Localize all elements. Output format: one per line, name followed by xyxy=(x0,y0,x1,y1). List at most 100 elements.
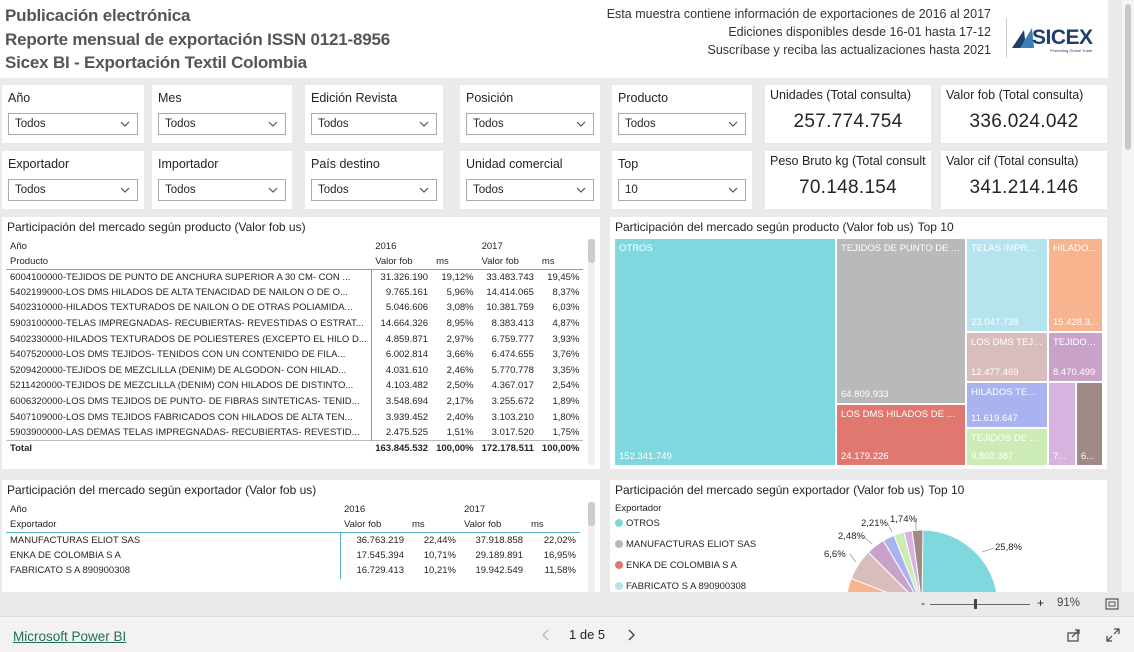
exporter-matrix[interactable]: Año 2016 2017 Exportador Valor fob ms Va… xyxy=(6,502,580,579)
pie-slice[interactable] xyxy=(921,529,998,592)
slicer-dropdown-mes[interactable]: Todos xyxy=(158,113,286,135)
treemap-tile[interactable]: 7... xyxy=(1049,383,1075,465)
table-row[interactable]: 5402199000-LOS DMS HILADOS DE ALTA TENAC… xyxy=(6,284,583,301)
cell-value: 33.483.743 xyxy=(486,271,534,283)
table-row[interactable]: 5407109000-LOS DMS TEJIDOS FABRICADOS CO… xyxy=(6,409,583,425)
col-header[interactable]: ms xyxy=(527,517,580,533)
col-header[interactable]: ms xyxy=(432,254,478,270)
zoom-in-button[interactable]: + xyxy=(1037,596,1044,610)
pie-slice-label: 6,6% xyxy=(824,549,846,560)
kpi-peso-bruto: Peso Bruto kg (Total consulta) 70.148.15… xyxy=(765,151,931,209)
col-header[interactable]: ms xyxy=(537,254,584,270)
slicer-top: Top 10 xyxy=(612,151,752,209)
cell-value: 6.759.777 xyxy=(491,333,534,345)
table-row[interactable]: 5903100000-TELAS IMPREGNADAS- RECUBIERTA… xyxy=(6,315,583,332)
kpi-value: 336.024.042 xyxy=(969,111,1079,132)
col-header[interactable]: Exportador xyxy=(6,517,340,533)
slicer-value: Todos xyxy=(473,184,504,196)
row-label: 5209420000-TEJIDOS DE MEZCLILLA (DENIM) … xyxy=(10,364,347,376)
table-row[interactable]: 5402330000-HILADOS TEXTURADOS DE POLIEST… xyxy=(6,331,583,347)
slicer-dropdown-exportador[interactable]: Todos xyxy=(8,179,138,201)
treemap-tile-value: 7... xyxy=(1053,451,1067,462)
zoom-out-button[interactable]: - xyxy=(921,596,925,610)
col-header[interactable]: Producto xyxy=(6,254,372,270)
slicer-dropdown-unidad[interactable]: Todos xyxy=(466,179,594,201)
col-header[interactable]: Valor fob xyxy=(340,517,408,533)
cell-value: 3.548.694 xyxy=(370,393,433,410)
slicer-dropdown-importador[interactable]: Todos xyxy=(158,179,286,201)
cell-value: 22,02% xyxy=(543,534,576,546)
table-row[interactable]: 5903900000-LAS DEMAS TELAS IMPREGNADAS- … xyxy=(6,424,583,441)
pie-leader-line xyxy=(863,536,873,545)
treemap-tile-label: HILADOS TEXT... xyxy=(971,387,1043,398)
col-header[interactable]: Valor fob xyxy=(371,254,433,270)
exporter-matrix-scrollbar[interactable] xyxy=(588,502,595,592)
product-matrix[interactable]: Año 2016 2017 Producto Valor fob ms Valo… xyxy=(6,239,584,457)
share-icon[interactable] xyxy=(1067,628,1081,642)
col-header xyxy=(527,502,580,517)
product-matrix-scrollbar[interactable] xyxy=(588,239,595,465)
row-label: 5903100000-TELAS IMPREGNADAS- RECUBIERTA… xyxy=(10,318,364,330)
row-label: 5407520000-LOS DMS TEJIDOS- TENIDOS CON … xyxy=(10,349,346,361)
prev-page-icon[interactable] xyxy=(541,629,551,641)
treemap-tile[interactable]: HILADO... 15.428.3... xyxy=(1049,239,1102,331)
treemap-tile[interactable]: LOS DMS TEJID... 12.477.469 xyxy=(967,333,1047,381)
slicer-dropdown-top[interactable]: 10 xyxy=(618,179,746,201)
treemap-tile[interactable]: OTROS 152.341.749 xyxy=(615,239,835,465)
table-row[interactable]: 6004100000-TEJIDOS DE PUNTO DE ANCHURA S… xyxy=(6,269,583,285)
footer-bar: Microsoft Power BI 1 de 5 xyxy=(0,616,1134,652)
slicer-label: País destino xyxy=(311,157,380,171)
treemap-tile[interactable]: HILADOS TEXT... 11.619.647 xyxy=(967,383,1047,427)
treemap-tile[interactable]: 6... xyxy=(1077,383,1102,465)
cell-value: 2,40% xyxy=(446,411,474,423)
col-header[interactable]: ms xyxy=(408,517,460,533)
table-row[interactable]: 5209420000-TEJIDOS DE MEZCLILLA (DENIM) … xyxy=(6,362,583,379)
chevron-down-icon xyxy=(419,121,429,127)
slicer-value: Todos xyxy=(165,184,196,196)
table-row[interactable]: FABRICATO S A 890900308 16.729.413 10,21% 1… xyxy=(6,563,580,579)
treemap-tile[interactable]: LOS DMS HILADOS DE AL... 24.179.226 xyxy=(837,405,965,465)
table-row[interactable]: 5402310000-HILADOS TEXTURADOS DE NAILON … xyxy=(6,300,583,316)
slicer-label: Año xyxy=(8,91,31,105)
zoom-slider-handle[interactable] xyxy=(974,599,977,609)
zoom-bar: - + 91% xyxy=(0,592,1134,616)
slicer-dropdown-posicion[interactable]: Todos xyxy=(466,113,594,135)
slicer-dropdown-pais[interactable]: Todos xyxy=(311,179,437,201)
product-treemap-panel: Participación del mercado según producto… xyxy=(610,217,1107,469)
slicer-value: Todos xyxy=(15,118,46,130)
table-row[interactable]: 6006320000-LOS DMS TEJIDOS DE PUNTO- DE … xyxy=(6,393,583,410)
fullscreen-icon[interactable] xyxy=(1106,628,1120,642)
power-bi-link[interactable]: Microsoft Power BI xyxy=(13,629,126,644)
product-matrix-title: Participación del mercado según producto… xyxy=(7,220,306,234)
col-header[interactable]: Valor fob xyxy=(477,254,538,270)
col-header[interactable]: Valor fob xyxy=(460,517,527,533)
treemap-tile-label: TELAS IMPREG... xyxy=(971,243,1043,254)
treemap-tile[interactable]: TEJIDOS DE ME... 9.802.387 xyxy=(967,429,1047,465)
treemap-tile[interactable]: TEJIDOS DE PUNTO DE A... 64.809.933 xyxy=(837,239,965,403)
row-label: FABRICATO S A 890900308 xyxy=(10,565,131,577)
table-row[interactable]: MANUFACTURAS ELIOT SAS 36.763.219 22,44% 37… xyxy=(6,532,580,548)
report-header: Publicación electrónica Reporte mensual … xyxy=(0,0,1108,78)
col-header: 2016 xyxy=(344,504,366,515)
slicer-dropdown-producto[interactable]: Todos xyxy=(618,113,746,135)
slicer-dropdown-ano[interactable]: Todos xyxy=(8,113,138,135)
cell-value: 4.103.482 xyxy=(370,378,433,394)
fit-to-page-icon[interactable] xyxy=(1105,598,1119,610)
treemap-tile[interactable]: TELAS IMPREG... 23.047.739 xyxy=(967,239,1047,331)
cell-value: 14.414.065 xyxy=(486,286,534,298)
treemap-tile[interactable]: TEJIDOS ... 8.470.499 xyxy=(1049,333,1102,381)
cell-value: 3,08% xyxy=(446,302,474,314)
header-info-1: Esta muestra contiene información de exp… xyxy=(606,7,991,21)
page-scrollbar[interactable] xyxy=(1122,0,1134,592)
next-page-icon[interactable] xyxy=(626,629,636,641)
matrix-header-row: Año 2016 2017 xyxy=(6,502,580,517)
table-row[interactable]: 5407520000-LOS DMS TEJIDOS- TENIDOS CON … xyxy=(6,346,583,363)
sicex-logo-text: SICEX xyxy=(1032,26,1093,49)
zoom-slider[interactable] xyxy=(930,604,1030,605)
slicer-label: Unidad comercial xyxy=(466,157,563,171)
table-row[interactable]: 5211420000-TEJIDOS DE MEZCLILLA (DENIM) … xyxy=(6,378,583,394)
sicex-logo: SICEX Promoting Global Trade xyxy=(1006,18,1102,58)
page-scrollbar-thumb[interactable] xyxy=(1125,4,1131,150)
table-row[interactable]: ENKA DE COLOMBIA S A 17.545.394 10,71% 29.1… xyxy=(6,547,580,564)
slicer-dropdown-edicion[interactable]: Todos xyxy=(311,113,437,135)
